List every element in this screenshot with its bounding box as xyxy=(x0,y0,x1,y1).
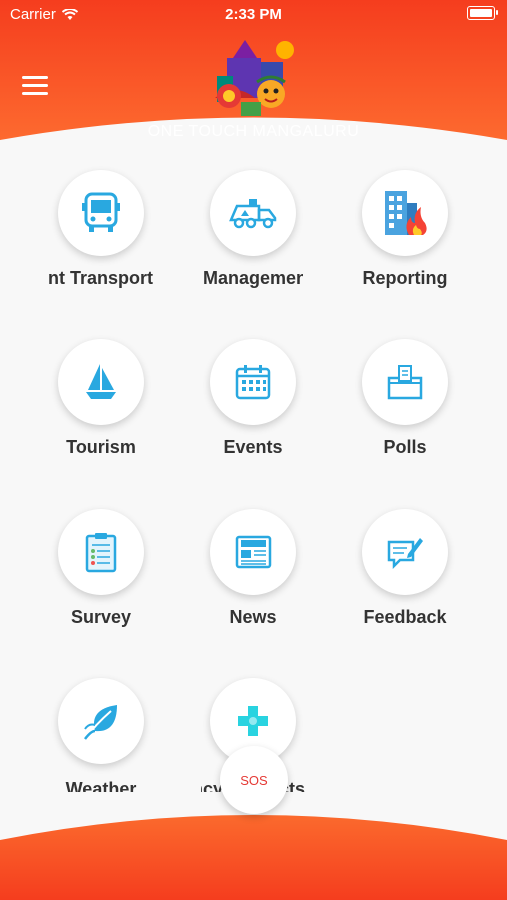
tile-events[interactable]: Events xyxy=(177,339,329,458)
tile-circle[interactable] xyxy=(362,339,448,425)
status-bar: Carrier 2:33 PM xyxy=(0,4,507,26)
feedback-icon xyxy=(387,538,423,570)
tile-label: Reporting xyxy=(362,268,448,288)
tile-label: Tourism xyxy=(66,437,136,457)
tile-polls[interactable]: Polls xyxy=(329,339,481,458)
app-title: ONE TOUCH MANGALURU xyxy=(147,123,360,140)
fire-building-icon xyxy=(385,191,427,235)
newspaper-icon xyxy=(235,535,272,569)
tile-circle[interactable] xyxy=(210,170,296,256)
tile-tourism[interactable]: Tourism xyxy=(25,339,177,458)
sailboat-icon xyxy=(86,364,116,399)
tile-label: Waste Management xyxy=(203,268,303,288)
tile-label: Weather xyxy=(65,779,137,792)
tile-waste-management[interactable]: Waste Management xyxy=(177,170,329,289)
tile-circle[interactable] xyxy=(210,339,296,425)
status-time: 2:33 PM xyxy=(225,6,282,23)
footer-wave xyxy=(0,815,507,900)
tile-label: Feedback xyxy=(363,607,447,627)
leaf-icon xyxy=(84,705,117,740)
bus-icon xyxy=(82,192,120,232)
medical-cross-icon xyxy=(238,706,268,736)
clipboard-icon xyxy=(85,533,117,573)
tile-circle[interactable] xyxy=(58,170,144,256)
tile-circle[interactable] xyxy=(58,339,144,425)
city-logo xyxy=(215,40,294,116)
hamburger-menu-icon[interactable] xyxy=(22,76,48,96)
tile-circle[interactable] xyxy=(362,170,448,256)
tile-circle[interactable] xyxy=(58,678,144,764)
tile-news[interactable]: News xyxy=(177,509,329,628)
tile-survey[interactable]: Survey xyxy=(25,509,177,628)
app-header: Carrier 2:33 PM ONE TOUCH MANGALURU xyxy=(0,0,507,150)
tile-circle[interactable] xyxy=(210,509,296,595)
tile-label: Survey xyxy=(70,607,132,627)
sos-button[interactable]: SOS xyxy=(220,746,288,814)
tile-label: News xyxy=(229,607,277,627)
tile-label: Events xyxy=(223,437,283,457)
tile-reporting[interactable]: Reporting xyxy=(329,170,481,289)
tile-label: Polls xyxy=(383,437,427,457)
tile-circle[interactable] xyxy=(362,509,448,595)
tile-feedback[interactable]: Feedback xyxy=(329,509,481,628)
sos-label: SOS xyxy=(240,772,268,788)
tile-intelligent-transport[interactable]: Intelligent Transport xyxy=(25,170,177,289)
battery-icon xyxy=(467,6,498,20)
tile-circle[interactable] xyxy=(58,509,144,595)
garbage-truck-icon xyxy=(229,199,277,229)
tile-label: Intelligent Transport xyxy=(49,268,153,288)
ballot-box-icon xyxy=(387,365,423,400)
tile-weather[interactable]: Weather xyxy=(25,678,177,792)
calendar-icon xyxy=(235,365,271,400)
